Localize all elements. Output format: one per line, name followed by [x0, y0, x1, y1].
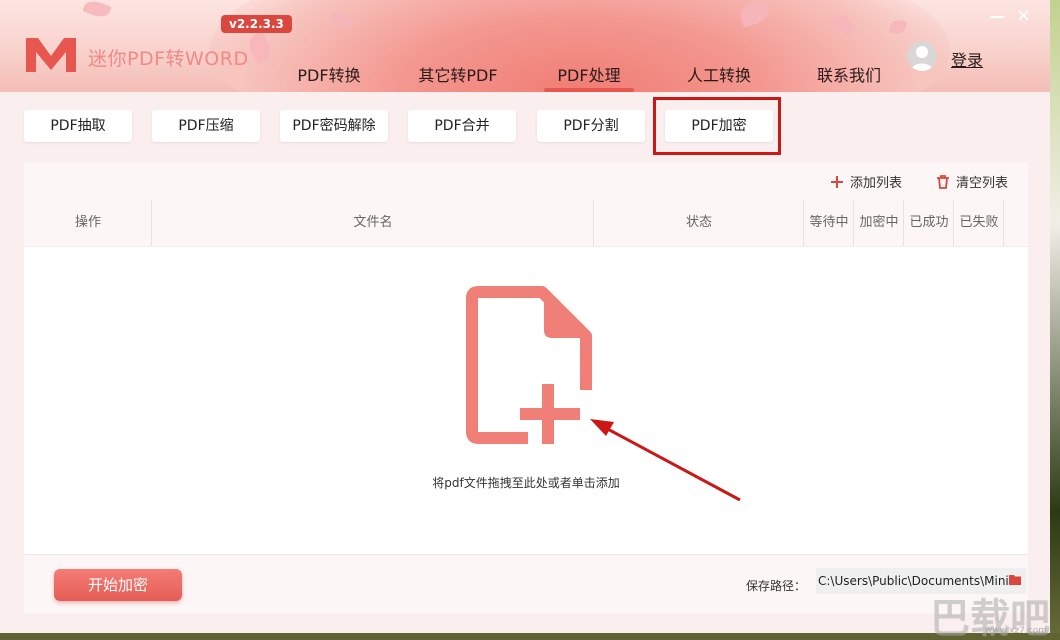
avatar-graphic [911, 46, 933, 71]
column-header-action: 操作 [74, 215, 101, 230]
save-path-label: 保存路径： [746, 579, 807, 593]
user-icon[interactable] [907, 41, 937, 71]
logo-icon [26, 38, 76, 72]
subtab-label: PDF密码解除 [292, 118, 376, 134]
drop-zone-hint: 将pdf文件拖拽至此处或者单击添加 [432, 476, 620, 490]
subtab-pdf-compress[interactable]: PDF压缩 [152, 110, 260, 142]
minimize-icon[interactable] [990, 16, 1004, 18]
table-header: 操作 文件名 状态 等待中 加密中 已成功 已失败 [24, 200, 1028, 247]
clear-list-label: 清空列表 [956, 176, 1009, 191]
nav-item-label: 其它转PDF [418, 66, 498, 85]
subtab-pdf-split[interactable]: PDF分割 [537, 110, 645, 142]
column-header-waiting: 等待中 [809, 215, 849, 230]
folder-icon[interactable] [1009, 574, 1021, 585]
watermark-sub: www.xz7.com [985, 626, 1047, 636]
column-header-status: 状态 [685, 215, 712, 230]
background-edge [1050, 0, 1060, 640]
annotation-highlight-box [653, 97, 781, 155]
subtab-label: PDF分割 [563, 118, 619, 134]
header: 迷你PDF转WORD v2.2.3.3 PDF转换 其它转PDF PDF处理 人… [0, 0, 1060, 92]
subtab-pdf-extract[interactable]: PDF抽取 [24, 110, 132, 142]
column-header-filename: 文件名 [353, 215, 393, 230]
petal-decoration [82, 0, 112, 21]
file-drop-zone[interactable]: 将pdf文件拖拽至此处或者单击添加 [24, 246, 1028, 554]
nav-pdf-process[interactable]: PDF处理 [544, 62, 634, 92]
nav-pdf-convert[interactable]: PDF转换 [296, 62, 362, 86]
login-link[interactable]: 登录 [951, 47, 983, 71]
app-window: 迷你PDF转WORD v2.2.3.3 PDF转换 其它转PDF PDF处理 人… [0, 0, 1060, 640]
column-header-succeeded: 已成功 [909, 215, 949, 230]
nav-item-label: 人工转换 [686, 66, 751, 85]
trash-icon [937, 174, 949, 189]
column-header-encrypting: 加密中 [859, 215, 899, 230]
subtab-label: PDF压缩 [178, 118, 234, 134]
file-add-icon[interactable] [464, 286, 594, 446]
nav-contact-us[interactable]: 联系我们 [816, 62, 882, 86]
column-divider [1003, 200, 1004, 246]
subtab-label: PDF合并 [434, 118, 490, 134]
add-list-button[interactable]: 添加列表 [830, 172, 902, 191]
close-icon[interactable]: ✕ [1016, 6, 1031, 27]
version-badge: v2.2.3.3 [221, 15, 292, 33]
app-title: 迷你PDF转WORD [88, 48, 249, 70]
nav-item-label: 联系我们 [816, 66, 881, 85]
clear-list-button[interactable]: 清空列表 [936, 172, 1008, 191]
nav-other-to-pdf[interactable]: 其它转PDF [418, 62, 498, 86]
file-list-panel: 添加列表 清空列表 操作 文件名 状态 等待中 加密中 已成功 已失败 将pdf… [24, 162, 1028, 613]
background-edge [0, 633, 1060, 640]
subtab-pdf-merge[interactable]: PDF合并 [408, 110, 516, 142]
column-header-failed: 已失败 [959, 215, 999, 230]
subtab-label: PDF抽取 [50, 118, 106, 134]
start-encrypt-button[interactable]: 开始加密 [54, 569, 182, 601]
bottom-bar: 开始加密 保存路径： C:\Users\Public\Documents\Min… [24, 554, 1028, 613]
subtab-pdf-password-remove[interactable]: PDF密码解除 [280, 110, 388, 142]
nav-item-label: PDF转换 [297, 66, 361, 85]
nav-manual-convert[interactable]: 人工转换 [686, 62, 752, 86]
annotation-arrow [590, 419, 741, 502]
plus-icon [831, 175, 843, 188]
add-list-label: 添加列表 [850, 176, 903, 191]
nav-item-label: PDF处理 [557, 66, 621, 85]
list-toolbar: 添加列表 清空列表 [24, 162, 1028, 200]
